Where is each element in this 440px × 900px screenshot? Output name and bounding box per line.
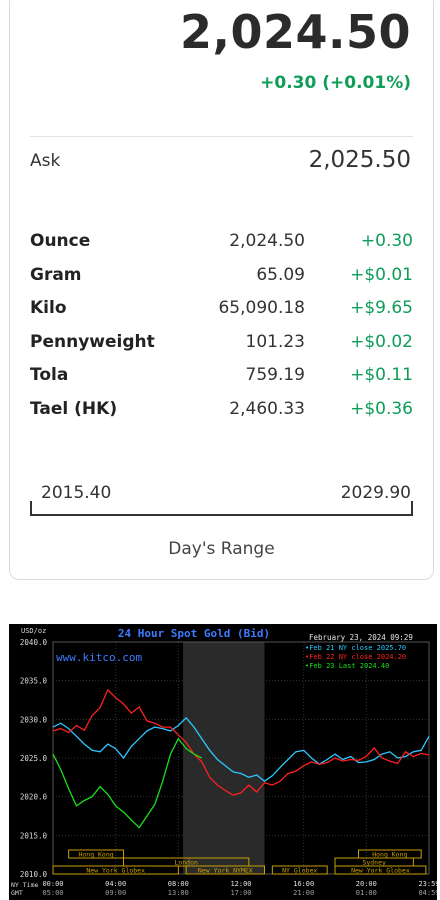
unit-value: 2,024.50	[229, 231, 305, 251]
y-tick-label: 2020.0	[20, 793, 48, 802]
x-tick-label-gmt: 17:00	[230, 889, 251, 897]
session-band	[183, 642, 265, 874]
bid-price: 2,024.50	[180, 5, 411, 59]
x-tick-label-gmt: 09:00	[105, 889, 126, 897]
x-tick-label-gmt: 13:00	[168, 889, 189, 897]
legend-entry: •Feb 21 NY close 2025.70	[305, 644, 406, 652]
unit-row: Tola 759.19 +$0.11	[30, 365, 413, 399]
unit-row: Tael (HK) 2,460.33 +$0.36	[30, 399, 413, 433]
unit-value: 759.19	[245, 365, 305, 385]
unit-name: Tael (HK)	[30, 398, 118, 419]
y-unit-label: USD/oz	[21, 627, 46, 635]
unit-value: 65,090.18	[218, 298, 305, 318]
price-change: +0.30 (+0.01%)	[260, 73, 411, 93]
y-tick-label: 2010.0	[20, 870, 48, 879]
ask-label: Ask	[30, 151, 61, 171]
x-tick-label: 00:00	[42, 880, 63, 888]
unit-name: Kilo	[30, 298, 67, 318]
unit-value: 101.23	[245, 331, 305, 352]
range-high: 2029.90	[340, 483, 411, 503]
chart-svg: 2040.0 2035.0 2030.0 2025.0 2020.0 2015.0 2010…	[9, 624, 437, 900]
legend-entry: •Feb 23 Last 2024.40	[305, 662, 389, 670]
unit-change: +$9.65	[350, 298, 413, 318]
unit-value: 2,460.33	[229, 398, 305, 419]
market-label: Hong Kong	[78, 851, 113, 859]
unit-value: 65.09	[256, 264, 305, 285]
range-bar	[30, 501, 413, 516]
unit-table: Ounce 2,024.50 +0.30 Gram 65.09 +$0.01 K…	[30, 231, 413, 432]
unit-name: Tola	[30, 365, 69, 385]
unit-change: +$0.36	[350, 398, 413, 419]
unit-change: +0.30	[360, 231, 413, 251]
market-label: Hong Kong	[372, 851, 407, 859]
unit-row: Ounce 2,024.50 +0.30	[30, 231, 413, 265]
x-tick-label: 04:00	[105, 880, 126, 888]
unit-name: Gram	[30, 264, 82, 285]
x-tick-label-gmt: 01:00	[356, 889, 377, 897]
x-tick-label: 08:00	[168, 880, 189, 888]
y-tick-label: 2030.0	[20, 715, 48, 724]
unit-name: Pennyweight	[30, 331, 155, 352]
x-tick-label: 20:00	[356, 880, 377, 888]
unit-row: Pennyweight 101.23 +$0.02	[30, 332, 413, 366]
x-tick-label: 23:59	[418, 880, 437, 888]
market-label: New York Globex	[86, 867, 145, 875]
market-label: New York Globex	[351, 867, 410, 875]
x-row-label-gmt: GMT	[11, 889, 23, 897]
y-tick-label: 2015.0	[20, 831, 48, 840]
legend-entry: •Feb 22 NY close 2024.20	[305, 653, 406, 661]
market-label: Sydney	[362, 859, 386, 867]
x-tick-label-gmt: 21:00	[293, 889, 314, 897]
unit-name: Ounce	[30, 231, 91, 251]
x-row-label-ny: NY Time	[11, 881, 38, 889]
chart-title: 24 Hour Spot Gold (Bid)	[118, 627, 270, 640]
x-tick-label-gmt: 04:59	[418, 889, 437, 897]
y-tick-label: 2040.0	[20, 638, 48, 647]
watermark: www.kitco.com	[56, 651, 142, 664]
quote-card: 2,024.50 +0.30 (+0.01%) Ask 2,025.50 Oun…	[9, 0, 434, 580]
range-caption: Day's Range	[168, 539, 275, 559]
y-tick-label: 2035.0	[20, 677, 48, 686]
range-low: 2015.40	[41, 483, 112, 503]
ask-value: 2,025.50	[308, 147, 411, 173]
unit-row: Kilo 65,090.18 +$9.65	[30, 298, 413, 332]
x-tick-label: 16:00	[293, 880, 314, 888]
market-label: New York NYMEX	[198, 867, 253, 875]
y-tick-label: 2025.0	[20, 754, 48, 763]
market-label: NY Globex	[282, 867, 317, 875]
x-tick-label-gmt: 05:00	[42, 889, 63, 897]
spot-gold-chart[interactable]: 2040.0 2035.0 2030.0 2025.0 2020.0 2015.0 2010…	[9, 624, 437, 900]
unit-change: +$0.02	[350, 331, 413, 352]
divider	[30, 136, 413, 137]
unit-row: Gram 65.09 +$0.01	[30, 265, 413, 299]
unit-change: +$0.11	[350, 365, 413, 385]
unit-change: +$0.01	[350, 264, 413, 285]
date-stamp: February 23, 2024 09:29	[309, 633, 413, 642]
market-label: London	[174, 859, 198, 867]
x-tick-label: 12:00	[230, 880, 251, 888]
